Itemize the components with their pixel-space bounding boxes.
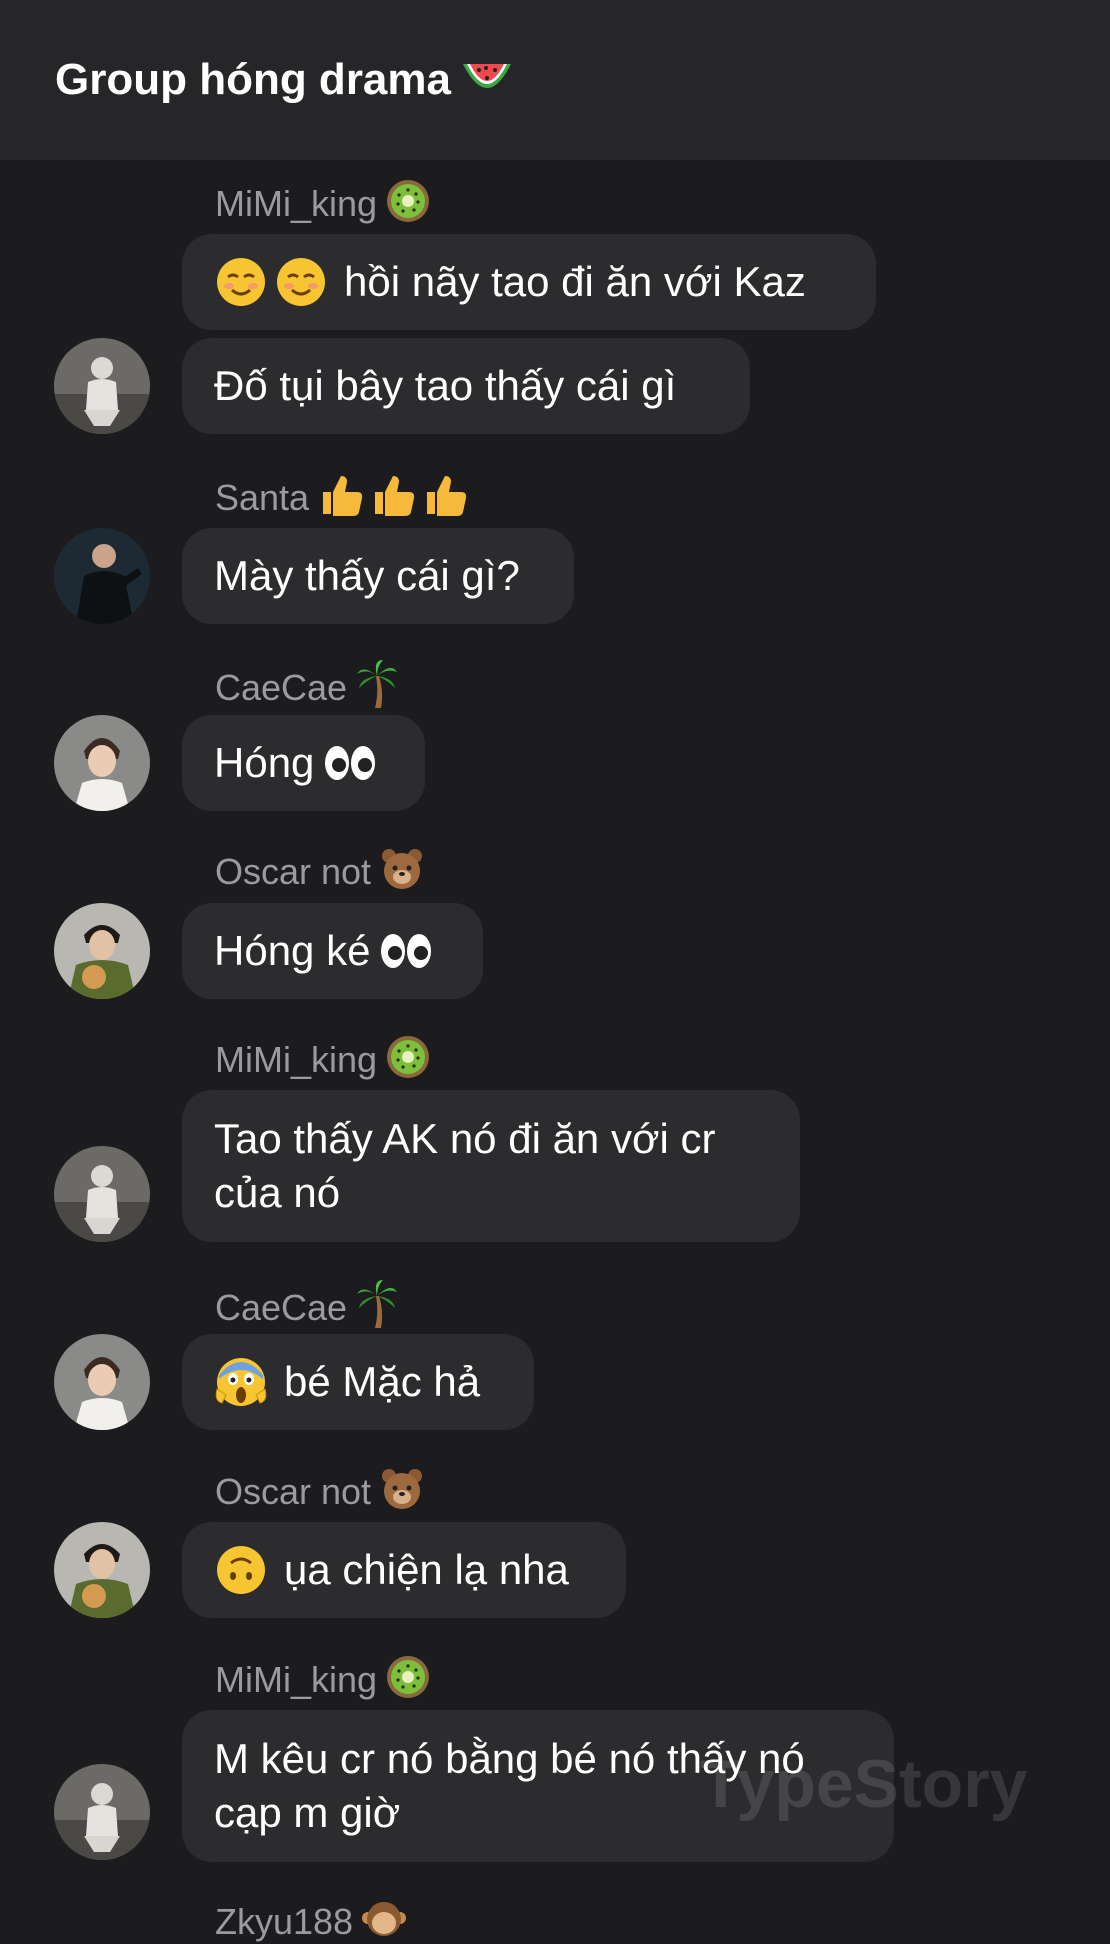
palm-tree-icon <box>355 1278 399 1328</box>
chat-header: Group hóng drama <box>0 0 1110 160</box>
kiwi-icon <box>385 1654 431 1700</box>
avatar[interactable] <box>54 1764 150 1860</box>
message-bubble[interactable]: hồi nãy tao đi ăn với Kaz <box>182 234 876 330</box>
message-bubble[interactable]: Mày thấy cái gì? <box>182 528 574 624</box>
sender-name: MiMi_king <box>215 1034 431 1080</box>
message-bubble[interactable]: Đố tụi bây tao thấy cái gì <box>182 338 750 434</box>
kiwi-icon <box>385 178 431 224</box>
message-bubble[interactable]: ụa chiện lạ nha <box>182 1522 626 1618</box>
sender-name: Santa <box>215 470 473 518</box>
monkey-icon <box>361 1896 407 1942</box>
sender-name: MiMi_king <box>215 1654 431 1700</box>
smiling-blush-icon <box>214 255 268 309</box>
message-bubble[interactable]: Tao thấy AK nó đi ăn với cr của nó <box>182 1090 800 1242</box>
message-bubble[interactable]: Hóng <box>182 715 425 811</box>
eyes-icon <box>378 931 434 971</box>
sender-name: CaeCae <box>215 1278 399 1328</box>
sender-name: Oscar not <box>215 1466 425 1512</box>
thumbs-up-icon <box>317 470 473 518</box>
sender-name: Oscar not <box>215 846 425 892</box>
bear-icon <box>379 846 425 892</box>
smiling-blush-icon <box>274 255 328 309</box>
avatar[interactable] <box>54 528 150 624</box>
avatar[interactable] <box>54 903 150 999</box>
avatar[interactable] <box>54 1522 150 1618</box>
avatar[interactable] <box>54 1334 150 1430</box>
screaming-face-icon <box>214 1355 268 1409</box>
avatar[interactable] <box>54 338 150 434</box>
avatar[interactable] <box>54 715 150 811</box>
avatar[interactable] <box>54 1146 150 1242</box>
watermelon-icon <box>459 58 515 102</box>
message-bubble[interactable]: bé Mặc hả <box>182 1334 534 1430</box>
kiwi-icon <box>385 1034 431 1080</box>
sender-name: MiMi_king <box>215 178 431 224</box>
sender-name: Zkyu188 <box>215 1896 407 1942</box>
eyes-icon <box>322 743 378 783</box>
message-bubble[interactable]: Hóng ké <box>182 903 483 999</box>
sender-name: CaeCae <box>215 658 399 708</box>
chat-title[interactable]: Group hóng drama <box>55 55 515 105</box>
bear-icon <box>379 1466 425 1512</box>
upside-down-face-icon <box>214 1543 268 1597</box>
watermark: TypeStory <box>700 1746 1028 1822</box>
palm-tree-icon <box>355 658 399 708</box>
